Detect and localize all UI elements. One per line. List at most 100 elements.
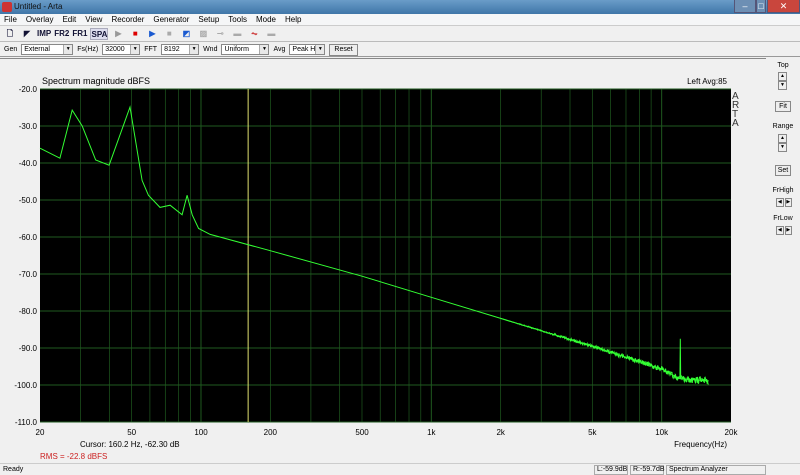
play-icon[interactable]: ▶ (111, 28, 125, 40)
wnd-label: Wnd (203, 46, 217, 53)
chevron-down-icon: ▼ (130, 45, 139, 54)
menu-tools[interactable]: Tools (228, 14, 247, 25)
window-title: Untitled - Arta (14, 2, 62, 11)
right-level: R:-59.7dB (630, 465, 664, 475)
spectrum-chart[interactable]: Spectrum magnitude dBFS Left Avg:85 ARTA… (0, 59, 766, 463)
chart-title: Spectrum magnitude dBFS (42, 76, 150, 86)
menu-file[interactable]: File (4, 14, 17, 25)
x-tick-label: 50 (127, 428, 136, 437)
frhigh-label: FrHigh (766, 187, 800, 194)
left-arrow-icon[interactable]: ◀ (776, 226, 784, 235)
options-bar: Gen External ▼ Fs(Hz) 32000 ▼ FFT 8192 ▼ Wn… (0, 43, 800, 57)
channel-label: Left Avg:85 (687, 77, 727, 86)
stop-icon[interactable]: ■ (128, 28, 142, 40)
rms-readout: RMS = -22.8 dBFS (40, 452, 107, 461)
set-button[interactable]: Set (775, 165, 791, 176)
top-down-button[interactable]: ▼ (778, 81, 787, 90)
run-icon[interactable]: ▶ (145, 28, 159, 40)
scope-icon[interactable]: ⏦ (247, 28, 261, 40)
chevron-down-icon: ▼ (315, 45, 324, 54)
maximize-button[interactable]: □ (756, 0, 766, 13)
top-up-button[interactable]: ▲ (778, 72, 787, 81)
frlow-spinner[interactable]: ◀ ▶ (776, 226, 792, 235)
y-tick-label: -50.0 (19, 196, 38, 205)
fft-label: FFT (144, 46, 157, 53)
y-tick-label: -80.0 (19, 307, 38, 316)
fr2-button[interactable]: FR2 (54, 28, 69, 40)
open-icon[interactable]: ◤ (20, 28, 34, 40)
menu-overlay[interactable]: Overlay (26, 14, 54, 25)
left-level: L:-59.9dB (594, 465, 628, 475)
x-tick-label: 2k (496, 428, 505, 437)
frhigh-spinner[interactable]: ◀ ▶ (776, 198, 792, 207)
range-up-button[interactable]: ▲ (778, 134, 787, 143)
svg-text:A: A (732, 118, 739, 129)
close-button[interactable]: ✕ (767, 0, 800, 13)
x-tick-label: 500 (355, 428, 369, 437)
y-tick-label: -110.0 (15, 418, 38, 427)
gen-select[interactable]: External ▼ (21, 44, 73, 55)
fit-button[interactable]: Fit (775, 101, 791, 112)
reset-button[interactable]: Reset (329, 44, 357, 56)
menu-edit[interactable]: Edit (62, 14, 76, 25)
chevron-down-icon: ▼ (63, 45, 72, 54)
plot-area (40, 89, 731, 422)
window-select[interactable]: Uniform ▼ (221, 44, 269, 55)
menu-view[interactable]: View (85, 14, 102, 25)
y-tick-label: -20.0 (19, 85, 38, 94)
x-tick-label: 20 (36, 428, 45, 437)
menu-generator[interactable]: Generator (153, 14, 189, 25)
menu-mode[interactable]: Mode (256, 14, 276, 25)
app-icon (2, 2, 12, 12)
chevron-down-icon: ▼ (259, 45, 268, 54)
mode-label: Spectrum Analyzer (666, 465, 766, 475)
gen-label: Gen (4, 46, 17, 53)
frlow-label: FrLow (766, 215, 800, 222)
x-tick-label: 20k (725, 428, 739, 437)
cursor-readout: Cursor: 160.2 Hz, -62.30 dB (80, 440, 180, 449)
fft-select[interactable]: 8192 ▼ (161, 44, 199, 55)
left-arrow-icon[interactable]: ◀ (776, 198, 784, 207)
status-bar: Ready L:-59.9dB R:-59.7dB Spectrum Analy… (0, 463, 800, 475)
chevron-down-icon: ▼ (189, 45, 198, 54)
new-file-icon[interactable]: 🗋 (3, 28, 17, 40)
top-label: Top (766, 62, 800, 69)
minimize-button[interactable]: – (734, 0, 756, 13)
right-panel: Top ▲ ▼ Fit Range ▲ ▼ Set FrHigh ◀ ▶ FrLo… (766, 58, 800, 462)
spa-button[interactable]: SPA (90, 28, 108, 40)
menu-setup[interactable]: Setup (198, 14, 219, 25)
window-icon[interactable]: ▬ (264, 28, 278, 40)
fs-value: 32000 (105, 46, 124, 53)
avg-select[interactable]: Peak Ho ▼ (289, 44, 325, 55)
fr1-button[interactable]: FR1 (72, 28, 87, 40)
y-tick-label: -70.0 (19, 270, 38, 279)
record-icon[interactable]: ◩ (179, 28, 193, 40)
y-tick-label: -60.0 (19, 233, 38, 242)
x-tick-label: 10k (655, 428, 669, 437)
status-text: Ready (3, 464, 23, 475)
menu-recorder[interactable]: Recorder (111, 14, 144, 25)
wnd-value: Uniform (224, 46, 249, 53)
right-arrow-icon[interactable]: ▶ (785, 198, 793, 207)
title-bar: Untitled - Arta – □ ✕ (0, 0, 800, 14)
menu-bar: File Overlay Edit View Recorder Generator Setu… (0, 14, 800, 26)
avg-label: Avg (273, 46, 285, 53)
x-axis-label: Frequency(Hz) (674, 440, 727, 449)
y-tick-label: -40.0 (19, 159, 38, 168)
fs-select[interactable]: 32000 ▼ (102, 44, 140, 55)
imp-button[interactable]: IMP (37, 28, 51, 40)
link-icon[interactable]: ⊸ (213, 28, 227, 40)
right-arrow-icon[interactable]: ▶ (785, 226, 793, 235)
y-tick-label: -30.0 (19, 122, 38, 131)
range-down-button[interactable]: ▼ (778, 143, 787, 152)
x-tick-label: 5k (588, 428, 597, 437)
grid-icon[interactable]: ▨ (196, 28, 210, 40)
gen-value: External (24, 46, 50, 53)
bar-icon[interactable]: ▬ (230, 28, 244, 40)
range-label: Range (766, 123, 800, 130)
fs-label: Fs(Hz) (77, 46, 98, 53)
pause-icon[interactable]: ■ (162, 28, 176, 40)
menu-help[interactable]: Help (285, 14, 301, 25)
toolbar: 🗋 ◤ IMP FR2 FR1 SPA ▶ ■ ▶ ■ ◩ ▨ ⊸ ▬ ⏦ ▬ (0, 27, 800, 42)
arta-logo: ARTA (732, 91, 739, 129)
